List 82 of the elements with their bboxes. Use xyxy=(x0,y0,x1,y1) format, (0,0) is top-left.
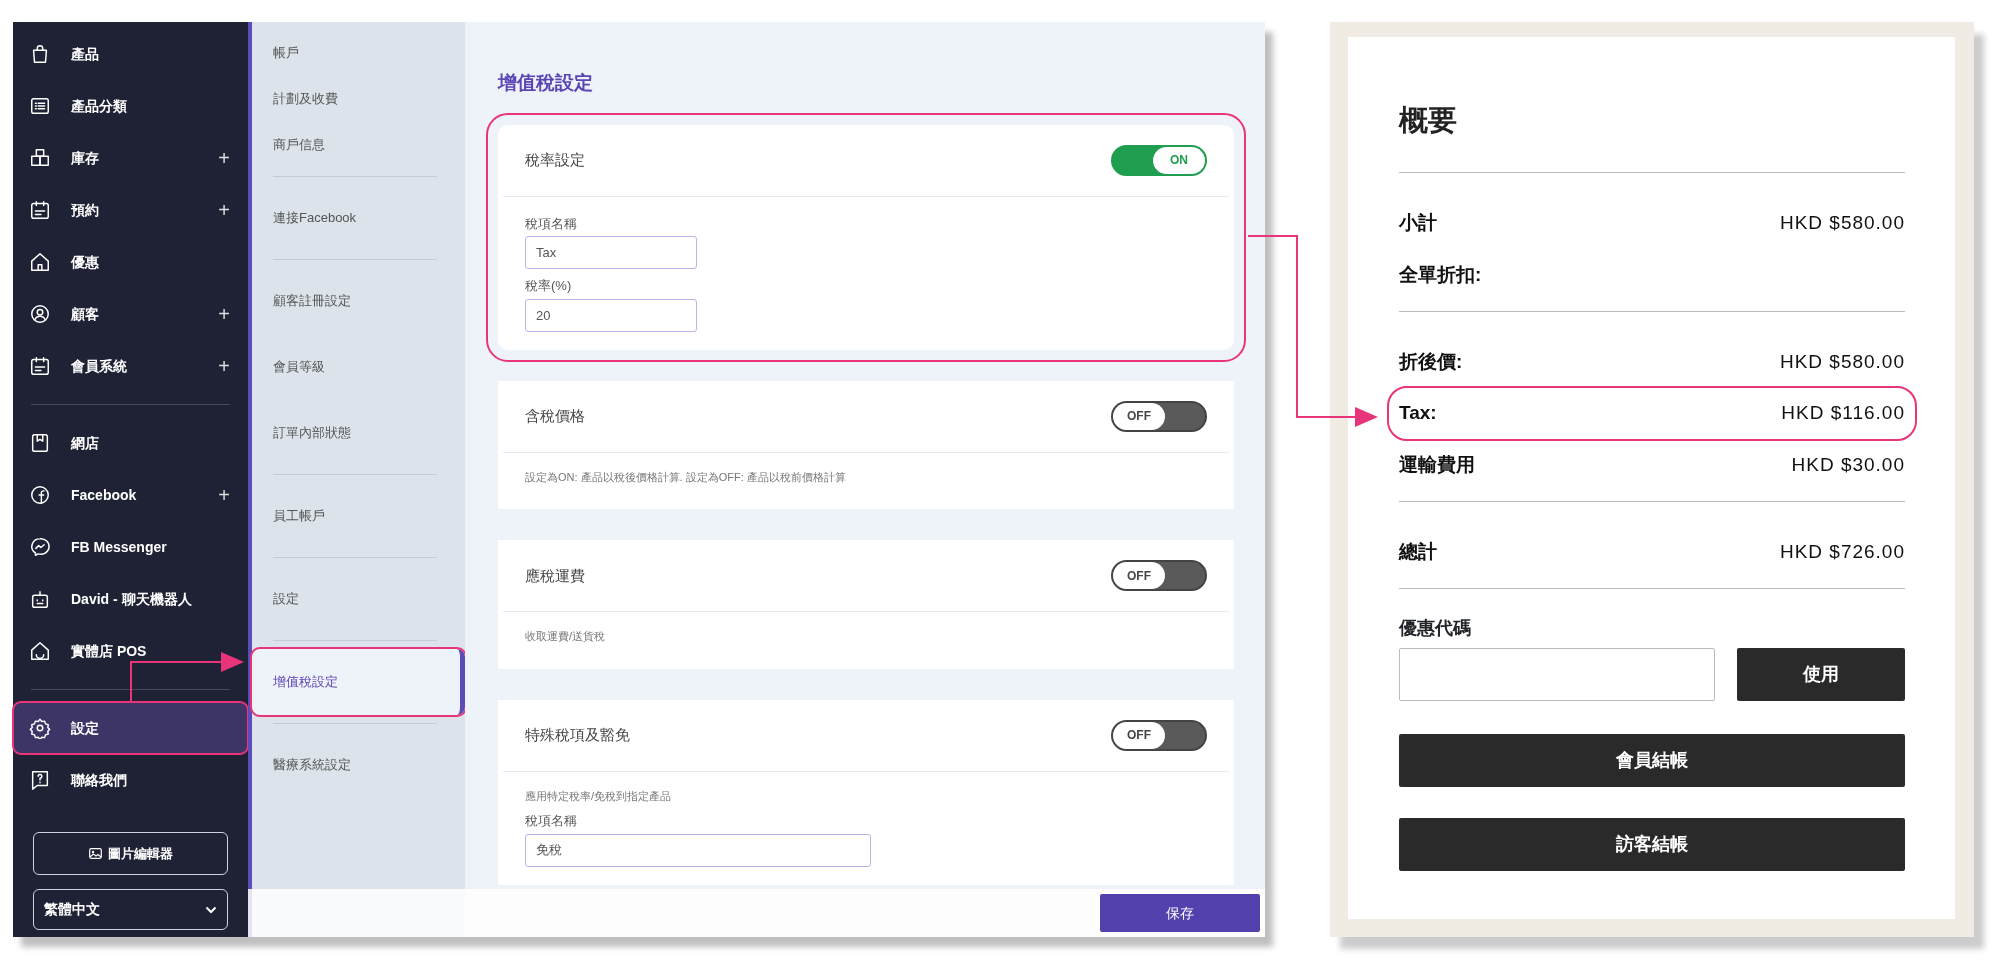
card-title: 稅率設定 xyxy=(525,150,585,171)
card-title: 含稅價格 xyxy=(525,406,585,427)
calendar-icon xyxy=(29,199,51,221)
submenu-item[interactable]: 連接Facebook xyxy=(252,185,465,251)
sidebar-item[interactable]: 顧客 + xyxy=(13,288,248,340)
toggle-switch[interactable]: OFF xyxy=(1111,560,1207,592)
card-description: 應用特定稅率/免稅到指定產品 xyxy=(525,788,673,804)
submenu-item[interactable]: 顧客註冊設定 xyxy=(252,268,465,334)
sidebar-item[interactable]: 網店 xyxy=(13,417,248,469)
row-label: 全單折扣: xyxy=(1399,262,1482,287)
checkout-button[interactable]: 會員結帳 xyxy=(1399,733,1905,787)
input-field[interactable]: Tax xyxy=(525,236,697,270)
chevron-down-icon xyxy=(205,905,217,914)
coupon-input[interactable] xyxy=(1399,647,1715,701)
boxes-icon xyxy=(29,147,51,169)
page-title: 增值稅設定 xyxy=(498,72,594,95)
facebook-icon xyxy=(29,484,51,506)
field-label: 稅率(%) xyxy=(525,277,573,296)
home-icon xyxy=(29,640,51,662)
row-value: HKD $116.00 xyxy=(1781,401,1905,426)
toggle-switch[interactable]: OFF xyxy=(1111,400,1207,432)
card-description: 設定為ON: 產品以稅後價格計算. 設定為OFF: 產品以稅前價格計算 xyxy=(525,469,847,485)
sidebar-item[interactable]: 產品分類 xyxy=(13,80,248,132)
plus-icon[interactable]: + xyxy=(218,480,230,510)
submenu-item[interactable]: 帳戶 xyxy=(252,30,465,76)
row-label: 運輸費用 xyxy=(1399,452,1475,477)
save-button[interactable]: 保存 xyxy=(1100,894,1260,932)
submenu-item[interactable]: 訂單內部狀態 xyxy=(252,400,465,466)
help-icon xyxy=(29,769,51,791)
sidebar-item[interactable]: 預約 + xyxy=(13,184,248,236)
sidebar-item[interactable]: 實體店 POS xyxy=(13,625,248,677)
list-icon xyxy=(29,95,51,117)
toggle-switch[interactable]: OFF xyxy=(1111,719,1207,751)
submenu-item[interactable]: 設定 xyxy=(252,566,465,632)
plus-icon[interactable]: + xyxy=(218,195,230,225)
field-label: 稅項名稱 xyxy=(525,214,578,233)
card-title: 應稅運費 xyxy=(525,565,585,586)
sidebar-item[interactable]: 會員系統 + xyxy=(13,340,248,392)
sidebar-item[interactable]: 產品 xyxy=(13,28,248,80)
submenu-item[interactable]: 醫療系統設定 xyxy=(252,732,465,798)
row-label: 小計 xyxy=(1399,210,1437,235)
plus-icon[interactable]: + xyxy=(218,351,230,381)
coupon-label: 優惠代碼 xyxy=(1399,616,1472,640)
messenger-icon xyxy=(29,536,51,558)
input-field[interactable]: 免稅 xyxy=(525,833,871,867)
input-field[interactable]: 20 xyxy=(525,298,697,332)
sidebar-item[interactable]: 聯絡我們 xyxy=(13,754,248,806)
sidebar-item[interactable]: FB Messenger xyxy=(13,521,248,573)
image-icon xyxy=(88,848,102,859)
plus-icon[interactable]: + xyxy=(218,299,230,329)
user-icon xyxy=(29,303,51,325)
row-label: 總計 xyxy=(1399,539,1437,564)
checkout-button[interactable]: 訪客結帳 xyxy=(1399,817,1905,871)
card-description: 收取運費/送貨稅 xyxy=(525,629,607,645)
row-label: 折後價: xyxy=(1399,349,1463,374)
submenu-item[interactable]: 商戶信息 xyxy=(252,122,465,168)
row-value: HKD $580.00 xyxy=(1779,349,1905,374)
sidebar-item[interactable]: 庫存 + xyxy=(13,132,248,184)
card-title: 特殊稅項及豁免 xyxy=(525,725,630,746)
field-label: 稅項名稱 xyxy=(525,812,578,831)
row-label: Tax: xyxy=(1399,401,1437,426)
settings-icon xyxy=(29,717,51,739)
house-icon xyxy=(29,251,51,273)
plus-icon[interactable]: + xyxy=(218,143,230,173)
sidebar-item[interactable]: Facebook + xyxy=(13,469,248,521)
robot-icon xyxy=(29,588,51,610)
sidebar-item[interactable]: David - 聊天機器人 xyxy=(13,573,248,625)
image-editor-button[interactable]: 圖片編輯器 xyxy=(33,832,228,875)
summary-title: 概要 xyxy=(1399,103,1458,138)
language-select[interactable]: 繁體中文 xyxy=(33,889,228,930)
apply-button[interactable]: 使用 xyxy=(1737,647,1905,701)
row-value: HKD $30.00 xyxy=(1791,452,1905,477)
calendar-icon xyxy=(29,355,51,377)
submenu-item[interactable]: 員工帳戶 xyxy=(252,483,465,549)
row-value: HKD $580.00 xyxy=(1779,210,1905,235)
sidebar-item[interactable]: 優惠 xyxy=(13,236,248,288)
submenu-item[interactable]: 增值稅設定 xyxy=(252,649,465,715)
row-value: HKD $726.00 xyxy=(1779,539,1905,564)
bookmark-icon xyxy=(29,432,51,454)
sidebar-item[interactable]: 設定 xyxy=(13,702,248,754)
submenu-item[interactable]: 計劃及收費 xyxy=(252,76,465,122)
submenu-item[interactable]: 會員等級 xyxy=(252,334,465,400)
